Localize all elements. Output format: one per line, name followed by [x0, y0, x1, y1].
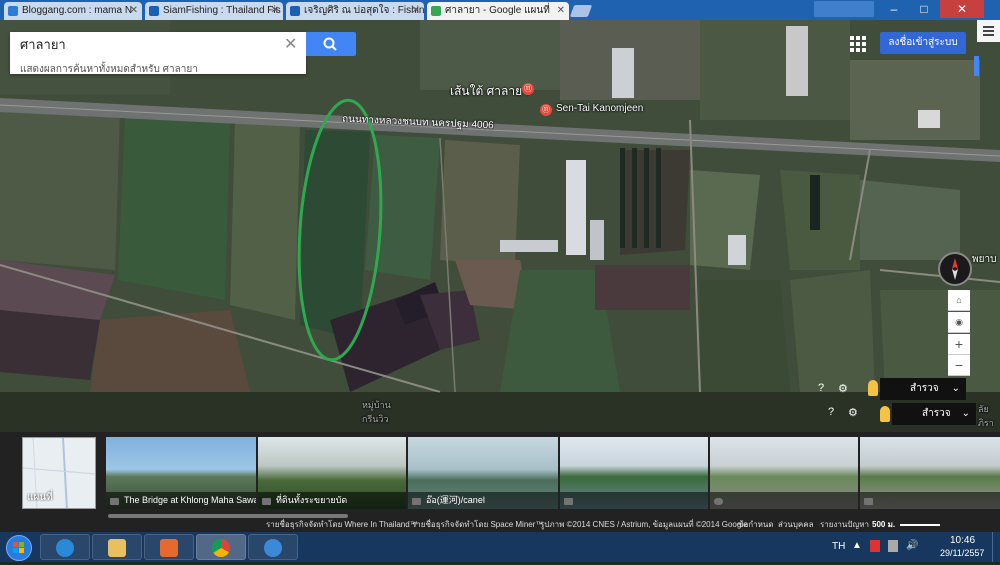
new-tab-button[interactable]: [569, 5, 593, 17]
tab-title: ศาลายา - Google แผนที่: [445, 5, 550, 16]
restaurant-icon[interactable]: ⑪: [540, 104, 552, 116]
photo-strip: แผนที่ The Bridge at Khlong Maha Sawat ท…: [0, 432, 1000, 514]
photo-caption: The Bridge at Khlong Maha Sawat: [106, 492, 256, 509]
photo-thumbnail[interactable]: [860, 437, 1000, 509]
tilt-button[interactable]: ⌂: [948, 290, 970, 311]
siamfishing-favicon-icon: [290, 6, 300, 16]
close-tab-icon[interactable]: ✕: [271, 2, 279, 20]
browser-tab-google-maps[interactable]: ศาลายา - Google แผนที่ ✕: [427, 2, 569, 20]
photo-caption: [860, 492, 1000, 509]
search-button[interactable]: [306, 32, 356, 56]
chevron-down-icon[interactable]: ⌄: [962, 403, 970, 425]
settings-gear-icon[interactable]: ⚙: [848, 406, 858, 419]
close-tab-icon[interactable]: ✕: [130, 2, 138, 20]
satellite-map[interactable]: เส้นใต้ ศาลายา ⑪ ⑪ Sen-Tai Kanomjeen ถนน…: [0, 20, 1000, 432]
volume-icon[interactable]: 🔊: [906, 540, 918, 551]
photo-thumbnail[interactable]: [560, 437, 708, 509]
sign-in-button[interactable]: ลงชื่อเข้าสู่ระบบ: [880, 32, 966, 54]
settings-gear-icon[interactable]: ⚙: [838, 382, 848, 395]
compass-icon: [952, 258, 958, 280]
restaurant-icon[interactable]: ⑪: [522, 83, 534, 95]
language-indicator[interactable]: TH: [832, 541, 845, 552]
taskbar-chrome[interactable]: [196, 534, 246, 560]
tab-title: Bloggang.com : mama N: [22, 5, 133, 16]
map-thumbnail-label: แผนที่: [27, 492, 53, 503]
clock-date[interactable]: 29/11/2557: [940, 548, 984, 558]
tab-title: เจริญศิริ ณ บ่อสุดใจ : Fishing: [304, 5, 424, 16]
help-icon[interactable]: ?: [818, 382, 824, 394]
internet-explorer-icon: [56, 539, 74, 557]
close-window-button[interactable]: ✕: [940, 0, 984, 18]
map-view-thumbnail[interactable]: แผนที่: [22, 437, 96, 509]
edge-label: พยาบ: [972, 254, 997, 265]
windows-taskbar: TH ▲ 🔊 10:46 29/11/2557: [0, 532, 1000, 562]
search-box: ✕ แสดงผลการค้นหาทั้งหมดสำหรับ ศาลายา: [10, 32, 306, 77]
network-icon[interactable]: [888, 540, 898, 552]
show-hidden-icons[interactable]: ▲: [852, 540, 862, 551]
compass-control[interactable]: [938, 252, 972, 286]
explore-bar[interactable]: สำรวจ ⌄: [880, 378, 966, 400]
street-view-thumbnail[interactable]: [710, 437, 858, 509]
chrome-icon: [212, 539, 230, 557]
apps-grid-icon[interactable]: [850, 36, 866, 52]
place-label-sentai-en[interactable]: Sen-Tai Kanomjeen: [556, 103, 643, 114]
browser-tab-siamfishing[interactable]: SiamFishing : Thailand Fis ✕: [145, 2, 283, 20]
start-button[interactable]: [6, 535, 32, 561]
photo-thumbnail[interactable]: อ๊อ(運河)/canel: [408, 437, 558, 509]
help-icon[interactable]: ?: [828, 406, 834, 418]
photo-thumbnail[interactable]: ที่ดินทั้งระขยายบัด: [258, 437, 406, 509]
search-input[interactable]: [10, 32, 300, 56]
taskbar-internet-explorer[interactable]: [40, 534, 90, 560]
my-location-button[interactable]: ◉: [948, 312, 970, 333]
photo-caption: อ๊อ(運河)/canel: [408, 492, 558, 509]
clear-search-icon[interactable]: ✕: [284, 34, 297, 54]
chevron-down-icon[interactable]: ⌄: [952, 378, 960, 400]
taskbar-network-app[interactable]: [248, 534, 298, 560]
minimize-button[interactable]: –: [880, 0, 908, 18]
photo-thumbnail[interactable]: The Bridge at Khlong Maha Sawat: [106, 437, 256, 509]
taskbar-file-explorer[interactable]: [92, 534, 142, 560]
browser-tab-bloggang[interactable]: Bloggang.com : mama N ✕: [4, 2, 142, 20]
wireless-icon: [264, 539, 282, 557]
zoom-in-button[interactable]: +: [948, 334, 970, 355]
browser-tab-strip: Bloggang.com : mama N ✕ SiamFishing : Th…: [0, 0, 1000, 20]
close-tab-icon[interactable]: ✕: [557, 2, 565, 20]
explore-bar[interactable]: สำรวจ ⌄: [892, 403, 976, 425]
place-label-sentai-th[interactable]: เส้นใต้ ศาลายา: [450, 82, 529, 101]
google-maps-favicon-icon: [431, 6, 441, 16]
user-profile-button[interactable]: [814, 1, 874, 17]
chrome-menu-button[interactable]: [977, 20, 1000, 42]
taskbar-media-player[interactable]: [144, 534, 194, 560]
folder-icon: [108, 539, 126, 557]
explore-label: สำรวจ: [922, 408, 951, 419]
scale-bar: [900, 524, 940, 526]
windows-logo-icon: [13, 542, 24, 553]
search-hint-text[interactable]: แสดงผลการค้นหาทั้งหมดสำหรับ ศาลายา: [20, 62, 198, 77]
pegman-icon[interactable]: [880, 406, 890, 422]
explore-label: สำรวจ: [910, 383, 939, 394]
browser-tab-fishing-forum[interactable]: เจริญศิริ ณ บ่อสุดใจ : Fishing ✕: [286, 2, 424, 20]
photo-caption: ที่ดินทั้งระขยายบัด: [258, 492, 406, 509]
media-player-icon: [160, 539, 178, 557]
action-center-flag-icon[interactable]: [870, 540, 880, 552]
siamfishing-favicon-icon: [149, 6, 159, 16]
search-icon: [323, 37, 337, 51]
photo-caption: [710, 492, 858, 509]
maximize-button[interactable]: □: [910, 0, 938, 18]
scroll-indicator: [974, 56, 979, 76]
zoom-out-button[interactable]: −: [948, 355, 970, 376]
bloggang-favicon-icon: [8, 6, 18, 16]
photo-caption: [560, 492, 708, 509]
show-desktop-button[interactable]: [992, 532, 1000, 562]
tab-title: SiamFishing : Thailand Fis: [163, 5, 281, 16]
map-footer: รายชื่อธุรกิจจัดทำโดย Where In Thailand™…: [0, 514, 1000, 532]
pegman-icon[interactable]: [868, 380, 878, 396]
close-tab-icon[interactable]: ✕: [412, 2, 420, 20]
clock-time[interactable]: 10:46: [950, 535, 975, 546]
